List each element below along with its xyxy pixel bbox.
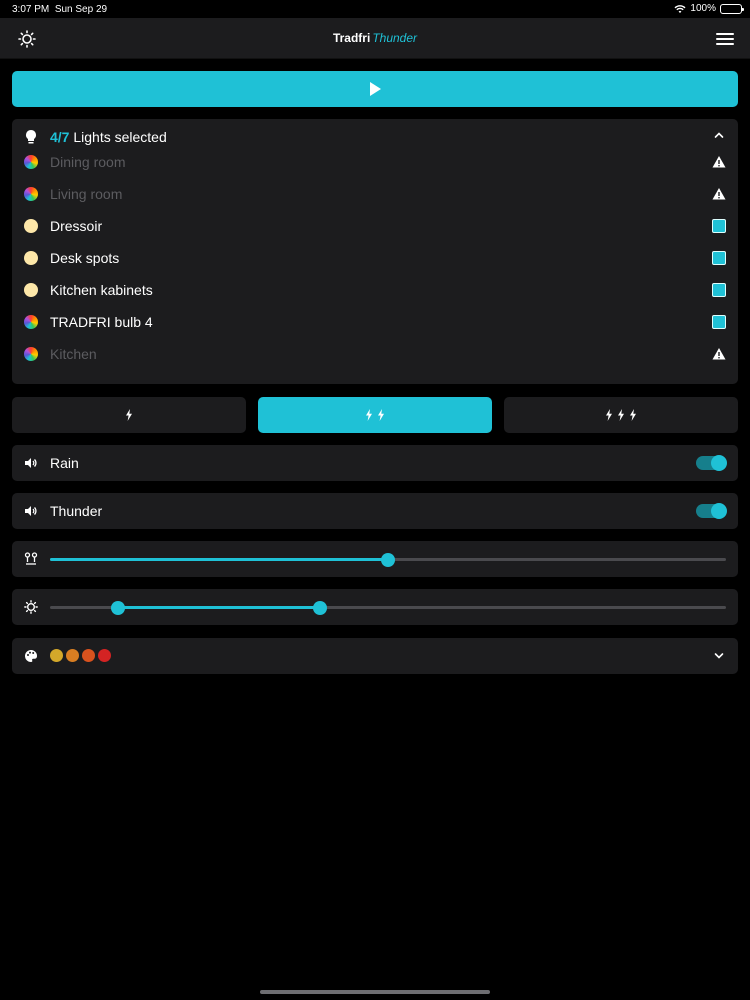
status-right: 100% <box>674 3 744 14</box>
speaker-icon <box>25 506 37 516</box>
lights-selected-text: 4/7 Lights selected <box>50 129 167 145</box>
light-row[interactable]: Living room <box>12 178 738 210</box>
frequency-row <box>12 541 738 577</box>
light-name: Dressoir <box>50 218 103 234</box>
warning-icon <box>712 348 726 360</box>
status-date: Sun Sep 29 <box>54 4 108 15</box>
play-button[interactable] <box>12 71 738 107</box>
color-bulb-icon <box>24 315 38 329</box>
play-icon <box>370 82 381 96</box>
rain-row: Rain <box>12 445 738 481</box>
color-bulb-icon <box>24 155 38 169</box>
lights-selected-label: Lights selected <box>73 129 167 145</box>
color-swatch <box>66 649 79 662</box>
light-row[interactable]: Dining room <box>12 146 738 178</box>
brightness-range-track[interactable] <box>50 601 726 615</box>
brightness-low-thumb[interactable] <box>110 601 125 615</box>
light-row[interactable]: TRADFRI bulb 4 <box>12 306 738 338</box>
light-row[interactable]: Kitchen kabinets <box>12 274 738 306</box>
white-bulb-icon <box>24 251 38 265</box>
hamburger-menu-icon[interactable] <box>714 28 736 50</box>
battery-percent: 100% <box>690 3 716 14</box>
white-bulb-icon <box>24 283 38 297</box>
bulb-icon <box>26 130 36 144</box>
frequency-slider-thumb[interactable] <box>381 553 395 567</box>
light-name: TRADFRI bulb 4 <box>50 314 153 330</box>
light-checkbox[interactable] <box>712 251 726 265</box>
status-bar: 3:07 PM Sun Sep 29 100% <box>0 0 750 18</box>
warning-icon <box>712 188 726 200</box>
palette-icon <box>25 650 38 662</box>
frequency-slider-track[interactable] <box>50 553 726 567</box>
light-name: Kitchen <box>50 346 97 362</box>
status-time: 3:07 PM Sun Sep 29 <box>12 4 108 15</box>
wifi-icon <box>674 4 686 13</box>
rain-label: Rain <box>50 455 79 471</box>
intensity-button-3[interactable] <box>504 397 738 433</box>
lights-selected-count: 4/7 <box>50 129 70 145</box>
light-name: Dining room <box>50 154 126 170</box>
color-bulb-icon <box>24 187 38 201</box>
brightness-row <box>12 589 738 625</box>
rain-toggle[interactable] <box>696 455 727 471</box>
home-indicator <box>260 990 490 994</box>
color-swatch <box>50 649 63 662</box>
nav-bar: Tradfri Thunder <box>0 18 750 59</box>
light-checkbox[interactable] <box>712 219 726 233</box>
battery-icon <box>720 3 744 14</box>
light-name: Living room <box>50 186 123 202</box>
thunder-label: Thunder <box>50 503 103 519</box>
chevron-up-icon[interactable] <box>714 131 724 139</box>
light-row[interactable]: Desk spots <box>12 242 738 274</box>
color-swatches <box>50 649 111 662</box>
lightning-bolt-icon <box>617 409 625 421</box>
lightning-bolt-icon <box>365 409 373 421</box>
brightness-high-thumb[interactable] <box>313 601 328 615</box>
color-swatch <box>82 649 95 662</box>
chevron-down-icon[interactable] <box>714 652 724 660</box>
color-swatch <box>98 649 111 662</box>
light-checkbox[interactable] <box>712 283 726 297</box>
warning-icon <box>712 156 726 168</box>
thunder-row: Thunder <box>12 493 738 529</box>
light-name: Desk spots <box>50 250 120 266</box>
brightness-icon <box>24 600 38 614</box>
app-title: Tradfri Thunder <box>332 31 418 45</box>
intensity-button-1[interactable] <box>12 397 246 433</box>
colors-row[interactable] <box>12 638 738 674</box>
speaker-icon <box>25 458 37 468</box>
lightning-bolt-icon <box>125 409 133 421</box>
light-name: Kitchen kabinets <box>50 282 153 298</box>
lightning-bolt-icon <box>629 409 637 421</box>
light-row[interactable]: Kitchen <box>12 338 738 370</box>
lightning-bolt-icon <box>605 409 613 421</box>
light-row[interactable]: Dressoir <box>12 210 738 242</box>
light-checkbox[interactable] <box>712 315 726 329</box>
frequency-icon <box>24 552 38 565</box>
white-bulb-icon <box>24 219 38 233</box>
intensity-button-2[interactable] <box>258 397 492 433</box>
lights-panel: 4/7 Lights selected Dining room Living ro… <box>12 119 738 384</box>
color-bulb-icon <box>24 347 38 361</box>
lightning-bolt-icon <box>377 409 385 421</box>
thunder-toggle[interactable] <box>696 503 727 519</box>
